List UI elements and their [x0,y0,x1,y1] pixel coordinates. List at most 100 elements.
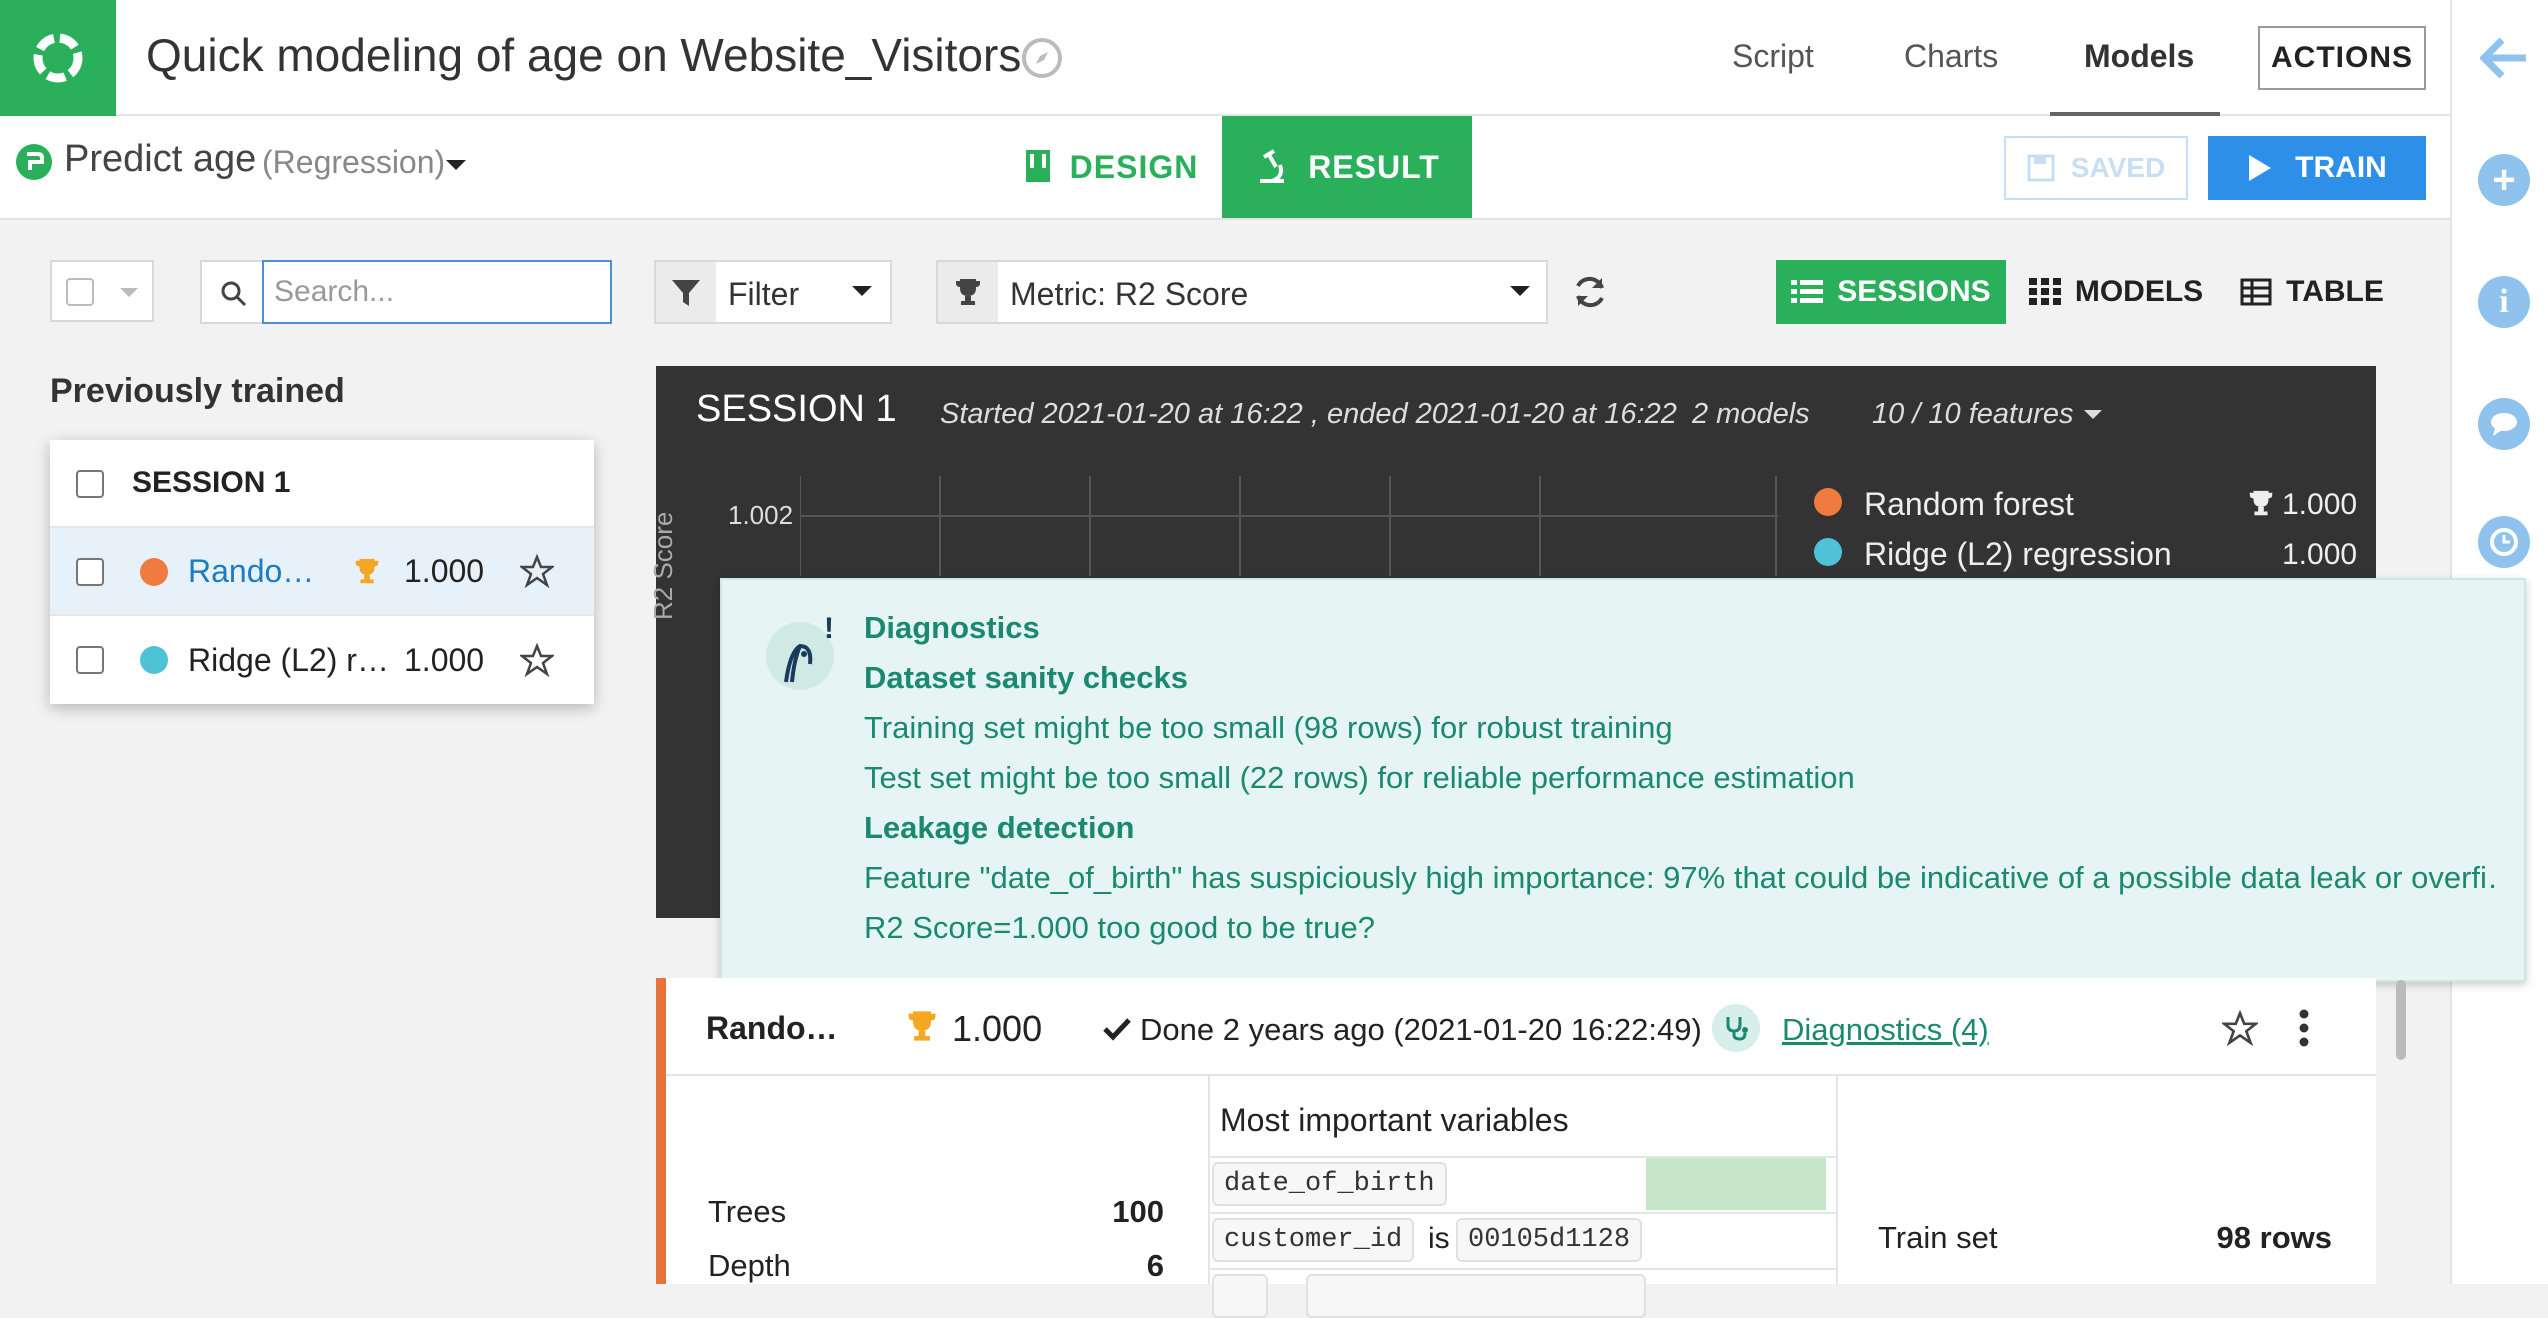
models-view-button[interactable]: MODELS [2026,260,2206,324]
table-row-divider [1208,1212,1836,1214]
train-set-value: 98 rows [2216,1220,2332,1255]
legend-dot [1814,538,1842,566]
model-checkbox[interactable] [76,646,104,674]
legend-name: Ridge (L2) regression [1864,536,2172,572]
diagnostics-message: Training set might be too small (98 rows… [864,710,1673,745]
add-icon[interactable]: + [2478,154,2530,206]
tab-design-label: DESIGN [1069,148,1199,185]
param-value: 6 [1146,1248,1164,1283]
logo-icon [33,33,83,83]
table-icon [2240,278,2272,306]
y-tick-label: 1.002 [728,500,794,530]
select-all-caret-icon[interactable] [120,288,138,297]
diagnostics-section-title: Dataset sanity checks [864,660,1188,695]
diagnostics-message: Test set might be too small (22 rows) fo… [864,760,1855,795]
save-icon [2027,154,2055,182]
model-card-name[interactable]: Rando… [706,1010,838,1047]
diagnostics-message: R2 Score=1.000 too good to be true? [864,910,1376,945]
list-item[interactable]: Ridge (L2) r… 1.000 [50,616,594,704]
trophy-icon [908,1011,936,1041]
list-item[interactable]: Rando… 1.000 [50,528,594,616]
model-card-status: Done 2 years ago (2021-01-20 16:22:49) [1140,1012,1702,1047]
features-caret-icon[interactable] [2084,410,2102,419]
scrollbar[interactable] [2396,980,2406,1060]
info-icon[interactable]: i [2478,276,2530,328]
comment-icon[interactable] [2478,398,2530,450]
nav-charts[interactable]: Charts [1904,38,1998,75]
model-name-link[interactable]: Rando… [188,553,318,590]
sessions-label: SESSIONS [1837,275,1991,308]
variable-chip [1306,1274,1646,1318]
variable-chip [1212,1274,1268,1318]
session-chart-grid [800,476,1778,576]
star-icon[interactable] [2222,1010,2258,1046]
session-list: SESSION 1 Rando… 1.000 Ridge (L2) r… 1.0… [50,440,594,704]
session-title: SESSION 1 [696,388,897,430]
more-options-icon[interactable] [2298,1008,2310,1048]
card-divider [1836,1076,1838,1284]
list-icon [1791,280,1824,303]
select-all-dropdown[interactable] [50,260,154,322]
model-score: 1.000 [404,641,485,678]
nav-script[interactable]: Script [1732,38,1814,75]
legend-value: 1.000 [2282,488,2358,521]
star-icon[interactable] [520,554,554,588]
metric-caret-icon[interactable] [1510,286,1530,296]
tab-result-label: RESULT [1308,148,1440,185]
train-button[interactable]: TRAIN [2208,136,2426,200]
search-icon [221,281,247,307]
legend-value: 1.000 [2282,538,2358,571]
saved-button[interactable]: SAVED [2004,136,2188,200]
param-key: Depth [708,1248,791,1283]
play-icon [2249,155,2272,181]
model-name-link[interactable]: Ridge (L2) r… [188,642,388,679]
actions-button[interactable]: ACTIONS [2258,26,2426,90]
refresh-icon[interactable] [1572,274,1608,310]
variable-value-chip: 00105d1128 [1456,1218,1643,1262]
search-input[interactable] [262,260,612,324]
session-time: Started 2021-01-20 at 16:22 , ended 2021… [940,398,1677,430]
previously-trained-heading: Previously trained [50,372,345,410]
legend-dot [1814,488,1842,516]
rule-operator: is [1428,1222,1450,1255]
clock-icon[interactable] [2478,516,2530,568]
grid-icon [2028,278,2061,305]
flask-icon [1025,150,1050,182]
metric-label: Metric: R2 Score [1010,276,1249,312]
diagnostics-icon: ! [764,612,844,692]
filter-caret-icon[interactable] [852,286,872,296]
y-axis-label: R2 Score [648,511,678,620]
session-features-label: 10 / 10 features [1872,398,2074,430]
sessions-view-button[interactable]: SESSIONS [1776,260,2006,324]
diagnostics-link[interactable]: Diagnostics (4) [1782,1012,1989,1048]
task-type: (Regression) [262,144,446,180]
select-all-checkbox[interactable] [66,278,94,306]
trophy-icon [2249,490,2273,516]
model-checkbox[interactable] [76,558,104,586]
trophy-icon [938,262,998,322]
importance-bar [1646,1158,1826,1210]
microscope-icon [1260,149,1285,183]
back-arrow-icon[interactable] [2480,36,2528,80]
session-features-dropdown[interactable]: 10 / 10 features [1872,398,2074,431]
most-important-variables-title: Most important variables [1220,1102,1569,1138]
nav-models[interactable]: Models [2084,38,2194,75]
tab-result[interactable]: RESULT [1222,116,1472,218]
compass-icon[interactable] [1020,36,1064,80]
filter-icon [656,262,716,322]
tab-design[interactable]: DESIGN [1000,116,1222,218]
task-dropdown-caret-icon[interactable] [446,160,466,170]
trophy-icon [355,558,379,584]
star-icon[interactable] [520,643,554,677]
session-row[interactable]: SESSION 1 [50,440,594,528]
saved-label: SAVED [2070,152,2166,183]
models-label: MODELS [2074,275,2204,308]
session-checkbox[interactable] [76,470,104,498]
app-logo[interactable] [0,0,116,116]
svg-text:!: ! [824,612,834,645]
legend-name: Random forest [1864,486,2074,522]
variable-chip: date_of_birth [1212,1162,1447,1206]
task-title[interactable]: Predict age [64,138,256,181]
table-view-button[interactable]: TABLE [2232,260,2392,324]
variable-chip: customer_id [1212,1218,1415,1262]
